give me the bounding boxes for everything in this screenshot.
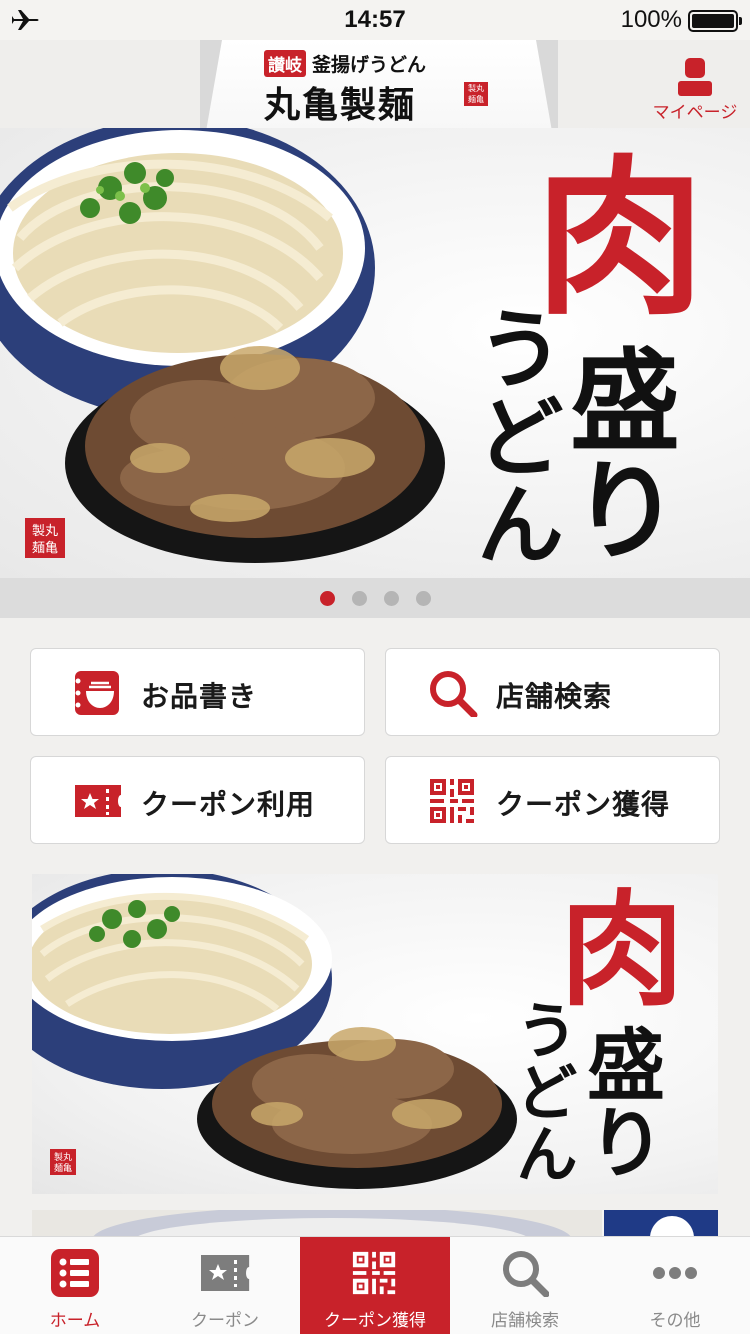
- promo-banner[interactable]: 製丸 麺亀 肉 盛り うどん: [32, 874, 718, 1194]
- battery-icon: [688, 10, 742, 32]
- menu-button[interactable]: お品書き: [30, 648, 365, 736]
- search-icon: [430, 671, 478, 717]
- more-dots-icon: [653, 1267, 697, 1279]
- banner-title-meat: 肉: [538, 884, 683, 1008]
- qr-code-icon: [430, 779, 474, 823]
- home-list-icon: [51, 1249, 99, 1297]
- tab-home[interactable]: ホーム: [0, 1237, 150, 1334]
- bottom-tab-bar: ホーム クーポン クーポン獲得 店舗検索 その他: [0, 1236, 750, 1334]
- banner-2-image: [32, 1210, 718, 1236]
- coupon-use-label: クーポン利用: [141, 788, 316, 821]
- tab-coupon-get[interactable]: クーポン獲得: [300, 1237, 450, 1334]
- pager-dot[interactable]: [415, 591, 431, 606]
- logo-subtitle: 讃岐 釜揚げうどん: [264, 50, 426, 77]
- carousel-pager: [0, 578, 750, 618]
- store-search-button[interactable]: 店舗検索: [385, 648, 720, 736]
- promo-banner-2[interactable]: [32, 1210, 718, 1236]
- hero-carousel[interactable]: 製丸 麺亀 肉 盛り うどん: [0, 128, 750, 578]
- battery-percent: 100%: [620, 6, 682, 33]
- logo-sanuki-tag: 讃岐: [264, 50, 306, 77]
- svg-text:製丸: 製丸: [32, 524, 58, 539]
- banner-title-udon: うどん: [505, 998, 578, 1184]
- tab-more-label: その他: [649, 1311, 701, 1331]
- svg-text:麺亀: 麺亀: [54, 1162, 72, 1174]
- tab-store-search[interactable]: 店舗検索: [450, 1237, 600, 1334]
- banner-title-mori: 盛り: [574, 1024, 665, 1180]
- coupon-get-button[interactable]: クーポン獲得: [385, 756, 720, 844]
- coupon-use-button[interactable]: クーポン利用: [30, 756, 365, 844]
- tab-coupon[interactable]: クーポン: [150, 1237, 300, 1334]
- logo-subtitle-text: 釜揚げうどん: [312, 54, 427, 76]
- search-icon: [503, 1251, 549, 1297]
- hero-title-mori: 盛り: [551, 343, 680, 563]
- qr-code-icon: [352, 1251, 396, 1295]
- svg-text:製丸: 製丸: [54, 1151, 72, 1163]
- mypage-button[interactable]: マイページ: [640, 40, 750, 128]
- logo-brand-name: 丸亀製麺: [264, 84, 417, 126]
- tab-coupon-get-label: クーポン獲得: [324, 1311, 426, 1331]
- app-header: 讃岐 釜揚げうどん 丸亀製麺 製丸 麺亀 マイページ: [0, 40, 750, 128]
- tab-coupon-label: クーポン: [191, 1311, 259, 1331]
- svg-text:麺亀: 麺亀: [32, 541, 58, 556]
- pager-dot[interactable]: [319, 591, 335, 606]
- store-search-label: 店舗検索: [496, 680, 613, 713]
- tab-home-label: ホーム: [49, 1311, 101, 1331]
- menu-button-label: お品書き: [141, 680, 258, 713]
- status-bar: 14:57 100%: [0, 0, 750, 40]
- mypage-label: マイページ: [652, 103, 738, 123]
- user-icon: [678, 58, 712, 96]
- hero-title-udon: うどん: [462, 303, 566, 567]
- pager-dot[interactable]: [383, 591, 399, 606]
- coupon-ticket-icon: [75, 785, 121, 817]
- action-grid: お品書き 店舗検索 クーポン利用 クーポン獲得: [30, 648, 720, 844]
- coupon-get-label: クーポン獲得: [496, 788, 671, 821]
- coupon-ticket-icon: [201, 1255, 250, 1291]
- tab-store-search-label: 店舗検索: [491, 1311, 559, 1331]
- logo-stamp: 製丸 麺亀: [464, 82, 488, 106]
- pager-dot[interactable]: [351, 591, 367, 606]
- brand-logo: 讃岐 釜揚げうどん 丸亀製麺 製丸 麺亀: [202, 40, 556, 128]
- hero-title-meat: 肉: [505, 148, 705, 318]
- menu-bowl-icon: [75, 671, 119, 715]
- tab-more[interactable]: その他: [600, 1237, 750, 1334]
